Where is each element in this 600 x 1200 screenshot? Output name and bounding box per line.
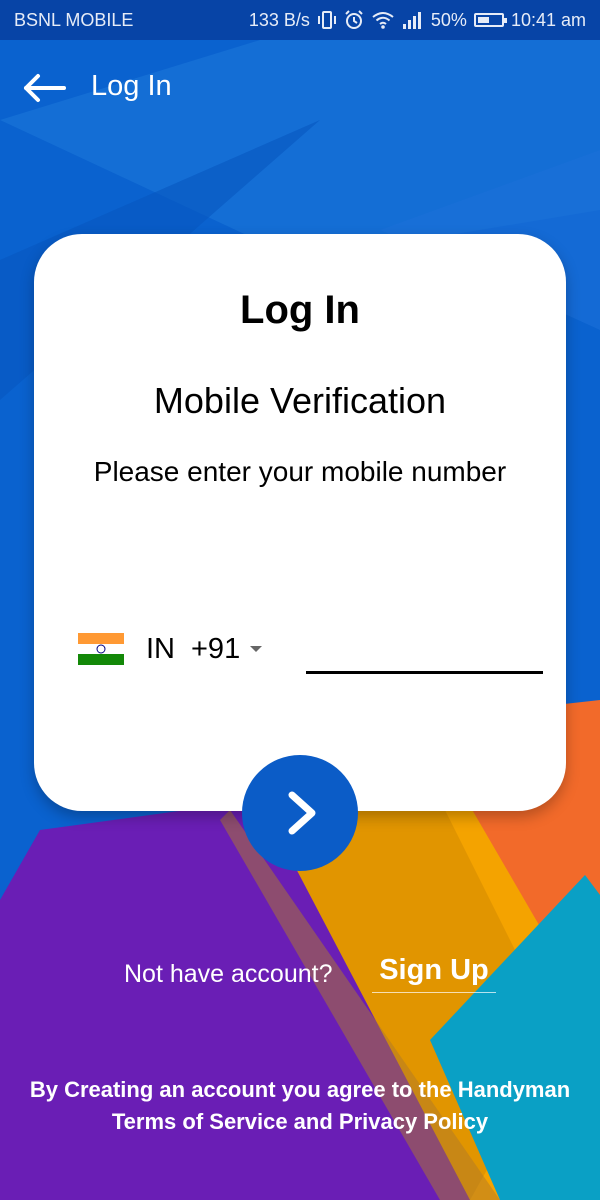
vibrate-icon (317, 11, 336, 29)
data-rate: 133 B/s (248, 9, 310, 30)
battery-level (477, 17, 489, 23)
terms-line-1: By Creating an account you agree to the … (29, 1077, 571, 1102)
arrow-left-icon (24, 74, 66, 102)
app-bar-title: Log In (91, 70, 172, 102)
wifi-icon (372, 12, 394, 29)
card-title: Log In (240, 288, 360, 332)
no-account-prompt: Not have account? (124, 960, 333, 988)
back-button[interactable] (20, 68, 68, 108)
signal-icon (402, 12, 421, 29)
signup-row: Not have account? Sign Up (0, 954, 600, 996)
signup-link[interactable]: Sign Up (372, 954, 496, 993)
clock: 10:41 am (510, 9, 586, 30)
status-icons: 133 B/s 50% 10:41 am (249, 10, 586, 31)
terms-notice: By Creating an account you agree to the … (0, 1074, 600, 1138)
battery-icon (473, 13, 507, 27)
india-flag-icon (78, 633, 124, 666)
country-code: IN (146, 632, 175, 665)
alarm-icon (345, 10, 363, 29)
mobile-number-input[interactable] (306, 622, 543, 674)
carrier-name: BSNL MOBILE (14, 9, 134, 30)
dial-code: +91 (191, 632, 241, 665)
status-bar: BSNL MOBILE 133 B/s 50% 10:41 am (0, 0, 600, 40)
card-instruction: Please enter your mobile number (93, 456, 507, 487)
card-subtitle: Mobile Verification (153, 380, 447, 421)
dropdown-caret-icon (250, 646, 263, 652)
country-code-picker[interactable]: IN +91 (78, 624, 263, 674)
battery-percent: 50% (430, 9, 467, 30)
app-bar: Log In (0, 40, 600, 136)
next-button[interactable] (242, 755, 358, 871)
chevron-right-icon (288, 791, 316, 835)
login-card: Log In Mobile Verification Please enter … (34, 234, 566, 811)
terms-line-2[interactable]: Terms of Service and Privacy Policy (0, 1106, 600, 1138)
